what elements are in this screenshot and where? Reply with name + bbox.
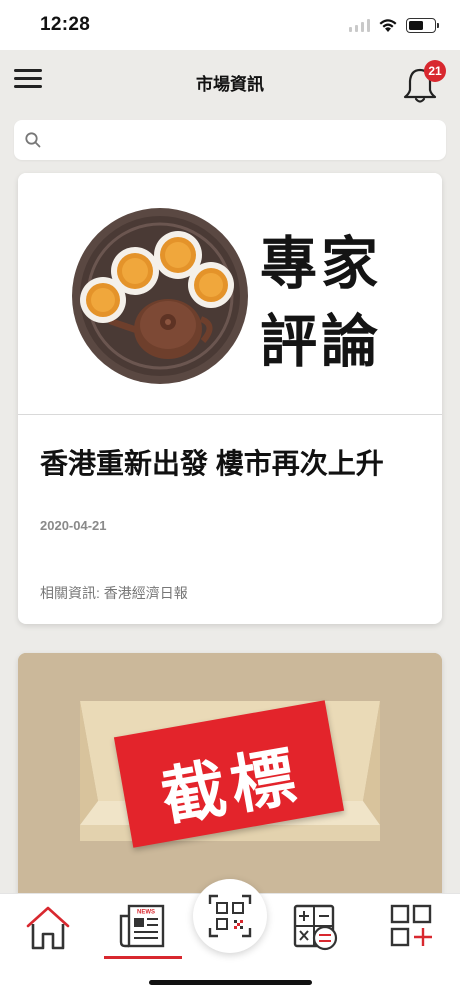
article-title[interactable]: 香港重新出發 樓市再次上升: [40, 445, 420, 483]
status-icons: [349, 14, 439, 36]
notification-button[interactable]: 21: [402, 60, 446, 103]
nav-news[interactable]: NEWS: [107, 902, 177, 962]
article-date: 2020-04-21: [40, 518, 107, 533]
news-icon: NEWS: [119, 904, 165, 948]
search-bar[interactable]: [14, 120, 446, 160]
qr-scan-button[interactable]: [193, 879, 267, 953]
nav-home[interactable]: [13, 902, 83, 962]
article-source: 相關資訊: 香港經濟日報: [40, 585, 188, 601]
banner-text-line-1: 專家: [260, 231, 382, 297]
article-card[interactable]: 專家 評論 香港重新出發 樓市再次上升 2020-04-21 相關資訊: 香港經…: [18, 173, 442, 624]
notification-badge: 21: [424, 60, 446, 82]
status-bar: 12:28: [0, 0, 460, 50]
tea-set-illustration: [72, 208, 248, 384]
article-banner: 專家 評論: [18, 173, 442, 415]
article-card[interactable]: 截標: [18, 653, 442, 913]
status-time: 12:28: [40, 14, 91, 35]
nav-more-apps[interactable]: [377, 902, 447, 962]
cellular-signal-icon: [349, 18, 370, 32]
wifi-icon: [379, 18, 397, 32]
home-indicator: [149, 980, 312, 985]
banner-text-line-2: 評論: [260, 309, 382, 375]
home-icon: [26, 906, 70, 950]
add-apps-icon: [390, 904, 432, 947]
battery-icon: [406, 17, 439, 33]
qr-scan-icon: [208, 894, 252, 938]
news-icon-label: NEWS: [137, 910, 155, 916]
search-icon: [25, 132, 41, 148]
calculator-icon: [293, 904, 338, 951]
app-header: 市場資訊 21: [0, 50, 460, 110]
nav-calculator[interactable]: [281, 902, 351, 962]
search-input[interactable]: [50, 120, 436, 160]
page-title: 市場資訊: [196, 75, 264, 94]
active-tab-indicator: [104, 956, 182, 959]
